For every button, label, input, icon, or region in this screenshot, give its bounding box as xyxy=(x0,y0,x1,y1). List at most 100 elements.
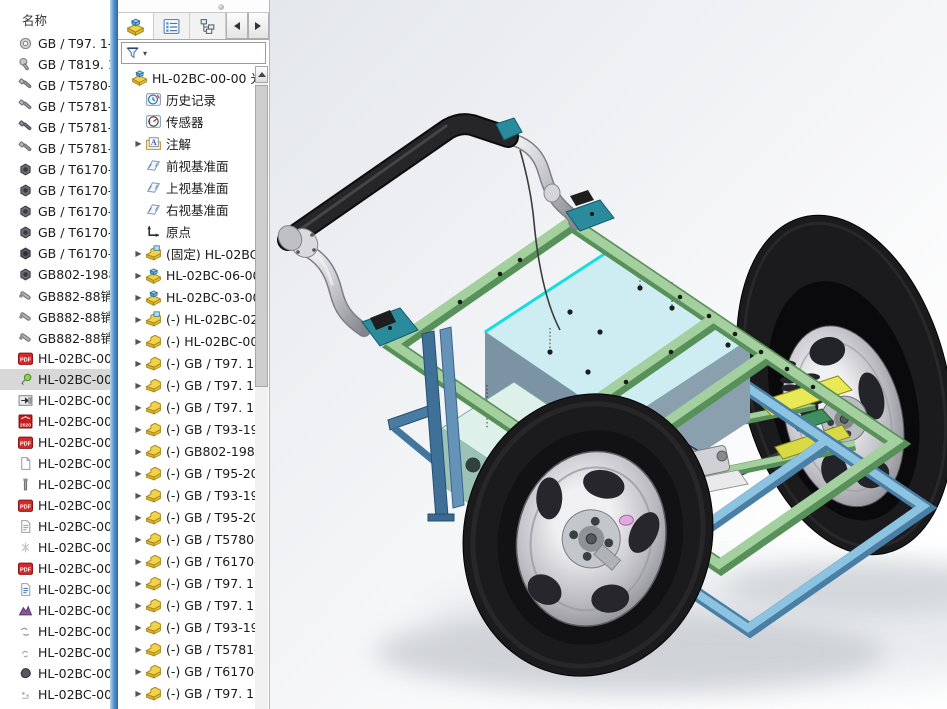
tree-row[interactable]: ▶ (-) GB / T93-19 xyxy=(118,616,255,638)
tree-row[interactable]: ▶ (-) GB / T6170- xyxy=(118,550,255,572)
file-row[interactable]: HL-02BC-00- xyxy=(0,516,110,537)
tree-row[interactable]: ▶ (-) GB / T97. 1 xyxy=(118,374,255,396)
expand-arrow-icon[interactable]: ▶ xyxy=(132,601,145,610)
tree-row[interactable] xyxy=(118,704,255,709)
tree-row[interactable]: 前视基准面 xyxy=(118,154,255,176)
file-row[interactable]: PDF HL-02BC-00- xyxy=(0,432,110,453)
expand-arrow-icon[interactable]: ▶ xyxy=(132,513,145,522)
file-row[interactable]: HL-02BC-00- xyxy=(0,663,110,684)
file-row[interactable]: HL-02BC-00- xyxy=(0,537,110,558)
3d-viewport[interactable] xyxy=(270,0,947,709)
file-row[interactable]: PDF HL-02BC-00- xyxy=(0,348,110,369)
file-row[interactable]: GB802-1988 xyxy=(0,264,110,285)
file-row[interactable]: HL-02BC-00- xyxy=(0,453,110,474)
expand-arrow-icon[interactable]: ▶ xyxy=(132,469,145,478)
file-row[interactable]: GB882-88销轴 xyxy=(0,327,110,348)
tree-row[interactable]: ▶ (-) GB / T95-20 xyxy=(118,462,255,484)
tree-row[interactable]: ▶ (-) HL-02BC-02 xyxy=(118,308,255,330)
file-row[interactable]: HL-02BC-00- xyxy=(0,579,110,600)
expand-arrow-icon[interactable]: ▶ xyxy=(132,447,145,456)
expand-arrow-icon[interactable]: ▶ xyxy=(132,623,145,632)
tree-row[interactable]: ▶ (-) GB / T97. 1 xyxy=(118,594,255,616)
tab-scroll-right-button[interactable] xyxy=(247,13,269,39)
file-row[interactable]: HL-02BC-00- xyxy=(0,642,110,663)
expand-arrow-icon[interactable]: ▶ xyxy=(132,557,145,566)
tree-row[interactable]: 历史记录 xyxy=(118,88,255,110)
file-row[interactable]: GB / T5781-2 xyxy=(0,117,110,138)
tree-row[interactable]: ▶ (-) GB / T93-19 xyxy=(118,484,255,506)
expand-arrow-icon[interactable]: ▶ xyxy=(132,667,145,676)
tree-row[interactable]: ▶ (固定) HL-02BC xyxy=(118,242,255,264)
file-row[interactable]: HL-02BC-00 xyxy=(0,705,110,709)
tree-row[interactable]: ▶ (-) GB / T97. 1 xyxy=(118,682,255,704)
file-row[interactable]: HL-02BC-00- xyxy=(0,684,110,705)
expand-arrow-icon[interactable]: ▶ xyxy=(132,359,145,368)
file-row[interactable]: 2020 HL-02BC-00- xyxy=(0,411,110,432)
file-row[interactable]: HL-02BC-00- xyxy=(0,600,110,621)
tree-filter-input[interactable]: ▾ xyxy=(121,42,266,64)
expand-arrow-icon[interactable]: ▶ xyxy=(132,315,145,324)
tree-row[interactable]: ▶ (-) GB / T97. 1 xyxy=(118,572,255,594)
tree-scrollbar[interactable] xyxy=(255,66,268,709)
file-row[interactable]: GB / T6170-2 xyxy=(0,159,110,180)
file-row[interactable]: HL-02BC-00- xyxy=(0,390,110,411)
expand-arrow-icon[interactable]: ▶ xyxy=(132,689,145,698)
expand-arrow-icon[interactable]: ▶ xyxy=(132,579,145,588)
tree-row[interactable]: 右视基准面 xyxy=(118,198,255,220)
tree-row[interactable]: 上视基准面 xyxy=(118,176,255,198)
tree-row[interactable]: ▶ (-) GB / T5780- xyxy=(118,528,255,550)
file-row[interactable]: GB / T97. 1- xyxy=(0,33,110,54)
plane-icon xyxy=(145,157,162,174)
file-row-selected[interactable]: HL-02BC-00- xyxy=(0,369,110,390)
scrollbar-up-button[interactable] xyxy=(255,66,268,83)
panel-divider[interactable] xyxy=(110,0,118,709)
tree-row[interactable]: ▶ (-) HL-02BC-00 xyxy=(118,330,255,352)
tree-row[interactable]: ▶ (-) GB / T97. 1 xyxy=(118,352,255,374)
tree-row[interactable]: ▶ (-) GB802-1988 xyxy=(118,440,255,462)
expand-arrow-icon[interactable]: ▶ xyxy=(132,249,145,258)
tree-row[interactable]: ▶ (-) GB / T97. 1 xyxy=(118,396,255,418)
scrollbar-thumb[interactable] xyxy=(255,85,268,387)
expand-arrow-icon[interactable]: ▶ xyxy=(132,337,145,346)
file-row[interactable]: GB / T5780-2 xyxy=(0,75,110,96)
file-row[interactable]: HL-02BC-00- xyxy=(0,474,110,495)
expand-arrow-icon[interactable]: ▶ xyxy=(132,535,145,544)
expand-arrow-icon[interactable]: ▶ xyxy=(132,139,145,148)
tree-row[interactable]: ▶ (-) GB / T5781- xyxy=(118,638,255,660)
expand-arrow-icon[interactable]: ▶ xyxy=(132,645,145,654)
file-row[interactable]: GB / T6170-2 xyxy=(0,180,110,201)
tree-row[interactable]: 原点 xyxy=(118,220,255,242)
file-row[interactable]: HL-02BC-00- xyxy=(0,621,110,642)
file-row[interactable]: GB / T5781-2 xyxy=(0,138,110,159)
file-row[interactable]: PDF HL-02BC-00- xyxy=(0,558,110,579)
tree-row[interactable]: ▶ A 注解 xyxy=(118,132,255,154)
tree-row[interactable]: HL-02BC-00-00 光缆 xyxy=(118,66,255,88)
file-row[interactable]: GB882-88销轴 xyxy=(0,306,110,327)
expand-arrow-icon[interactable]: ▶ xyxy=(132,293,145,302)
tree-row[interactable]: 传感器 xyxy=(118,110,255,132)
expand-arrow-icon[interactable]: ▶ xyxy=(132,381,145,390)
file-row[interactable]: GB / T6170-2 xyxy=(0,243,110,264)
file-row[interactable]: GB / T819. 1 xyxy=(0,54,110,75)
expand-arrow-icon[interactable]: ▶ xyxy=(132,491,145,500)
origin-icon xyxy=(145,223,162,240)
file-row[interactable]: GB / T5781-2 xyxy=(0,96,110,117)
tree-row[interactable]: ▶ (-) GB / T95-20 xyxy=(118,506,255,528)
file-row[interactable]: PDF HL-02BC-00- xyxy=(0,495,110,516)
expand-arrow-icon[interactable]: ▶ xyxy=(132,271,145,280)
displaymanager-tab[interactable] xyxy=(190,13,226,39)
file-row[interactable]: GB / T6170-2 xyxy=(0,201,110,222)
tree-row[interactable]: ▶ HL-02BC-06-00 xyxy=(118,264,255,286)
featuremanager-tab[interactable] xyxy=(118,13,154,39)
file-row[interactable]: GB882-88销轴 xyxy=(0,285,110,306)
tree-row[interactable]: ▶ HL-02BC-03-00 xyxy=(118,286,255,308)
file-row[interactable]: GB / T6170-2 xyxy=(0,222,110,243)
tree-row[interactable]: ▶ (-) GB / T6170- xyxy=(118,660,255,682)
expand-arrow-icon[interactable]: ▶ xyxy=(132,425,145,434)
filter-dropdown-caret[interactable]: ▾ xyxy=(143,49,147,58)
tree-row[interactable]: ▶ (-) GB / T93-19 xyxy=(118,418,255,440)
propertymanager-tab[interactable] xyxy=(154,13,190,39)
tab-scroll-left-button[interactable] xyxy=(226,13,248,39)
expand-arrow-icon[interactable]: ▶ xyxy=(132,403,145,412)
panel-grip-dot[interactable] xyxy=(218,4,224,10)
